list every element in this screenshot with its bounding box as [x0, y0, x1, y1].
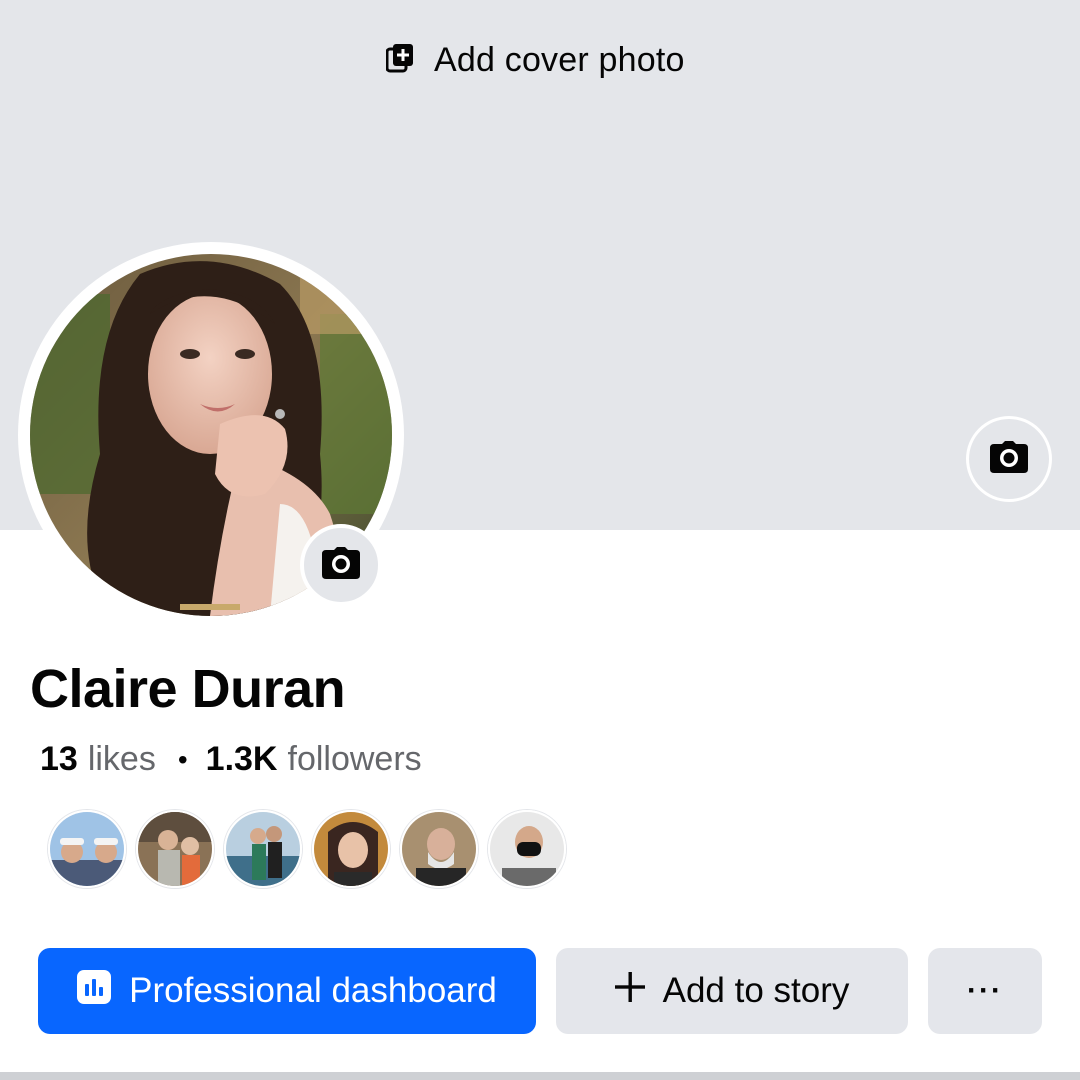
likes-label: likes — [87, 740, 156, 778]
more-dots-icon: ··· — [967, 974, 1003, 1007]
follower-avatar[interactable] — [224, 810, 302, 888]
add-to-story-button[interactable]: Add to story — [556, 948, 908, 1034]
section-divider — [0, 1072, 1080, 1080]
likes-count: 13 — [40, 740, 78, 778]
follower-avatar[interactable] — [136, 810, 214, 888]
plus-icon — [614, 971, 645, 1011]
follower-avatar[interactable] — [48, 810, 126, 888]
add-to-story-label: Add to story — [662, 971, 850, 1010]
stats-separator: • — [177, 743, 188, 775]
edit-profile-picture-button[interactable] — [300, 524, 382, 606]
more-options-button[interactable]: ··· — [928, 948, 1042, 1034]
add-cover-photo-button[interactable]: Add cover photo — [385, 38, 685, 82]
add-cover-photo-label: Add cover photo — [434, 40, 685, 79]
profile-name: Claire Duran — [30, 659, 346, 719]
profile-stats: 13 likes • 1.3K followers — [40, 740, 422, 779]
professional-dashboard-button[interactable]: Professional dashboard — [38, 948, 536, 1034]
follower-avatar[interactable] — [312, 810, 390, 888]
edit-cover-button[interactable] — [966, 416, 1052, 502]
follower-avatar[interactable] — [488, 810, 566, 888]
chart-icon — [77, 969, 112, 1013]
add-photo-icon — [385, 43, 414, 78]
professional-dashboard-label: Professional dashboard — [129, 971, 497, 1010]
followers-label[interactable]: followers — [288, 740, 422, 779]
followers-count[interactable]: 1.3K — [206, 740, 278, 779]
camera-icon — [322, 546, 360, 584]
camera-icon — [990, 440, 1028, 478]
followers-preview[interactable] — [48, 810, 566, 888]
follower-avatar[interactable] — [400, 810, 478, 888]
